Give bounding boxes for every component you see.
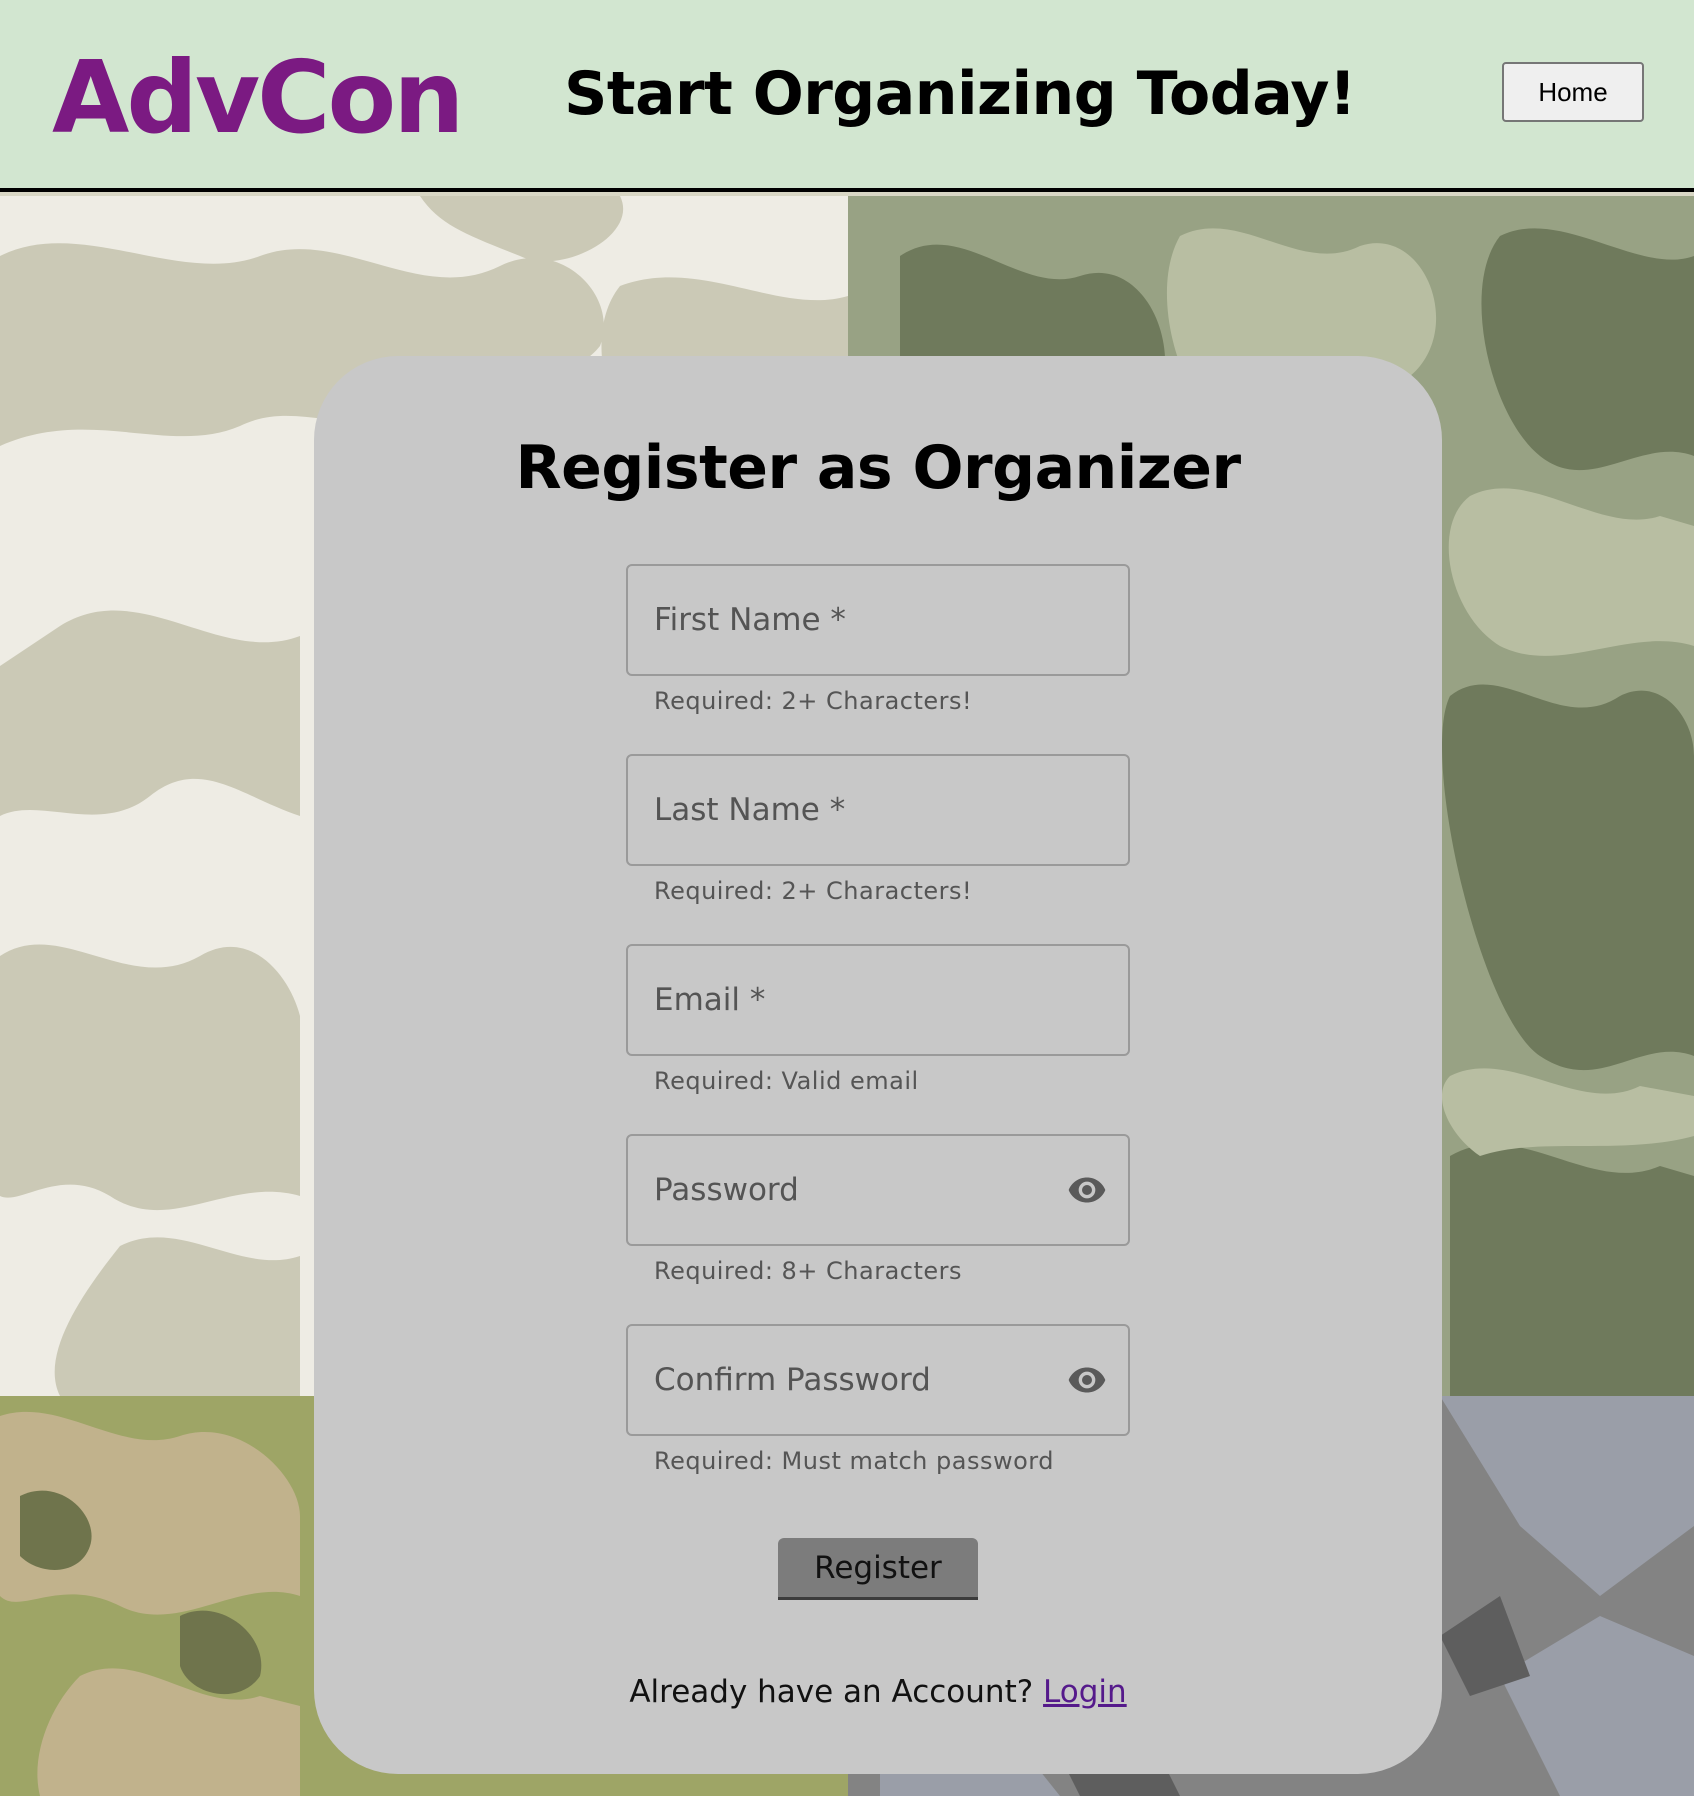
login-link[interactable]: Login xyxy=(1043,1674,1127,1710)
confirm-password-field[interactable]: Confirm Password xyxy=(626,1324,1130,1436)
first-name-helper: Required: 2+ Characters! xyxy=(654,687,973,715)
email-helper: Required: Valid email xyxy=(654,1067,919,1095)
password-input[interactable] xyxy=(628,1136,1128,1244)
login-prompt-text: Already have an Account? xyxy=(629,1674,1034,1710)
password-field[interactable]: Password xyxy=(626,1134,1130,1246)
first-name-input[interactable] xyxy=(628,566,1128,674)
last-name-helper: Required: 2+ Characters! xyxy=(654,877,973,905)
first-name-field[interactable]: First Name * xyxy=(626,564,1130,676)
eye-icon[interactable] xyxy=(1064,1360,1110,1400)
password-helper: Required: 8+ Characters xyxy=(654,1257,963,1285)
last-name-input[interactable] xyxy=(628,756,1128,864)
confirm-password-input[interactable] xyxy=(628,1326,1128,1434)
eye-icon[interactable] xyxy=(1064,1170,1110,1210)
brand-logo[interactable]: AdvCon xyxy=(52,38,464,158)
page-tagline: Start Organizing Today! xyxy=(564,59,1356,129)
email-input[interactable] xyxy=(628,946,1128,1054)
email-field[interactable]: Email * xyxy=(626,944,1130,1056)
login-prompt: Already have an Account? Login xyxy=(314,1672,1442,1712)
form-title: Register as Organizer xyxy=(515,433,1241,503)
confirm-password-helper: Required: Must match password xyxy=(654,1447,1054,1475)
register-button[interactable]: Register xyxy=(778,1538,978,1600)
home-button[interactable]: Home xyxy=(1502,62,1644,122)
top-header: AdvCon Start Organizing Today! Home xyxy=(0,0,1694,192)
last-name-field[interactable]: Last Name * xyxy=(626,754,1130,866)
